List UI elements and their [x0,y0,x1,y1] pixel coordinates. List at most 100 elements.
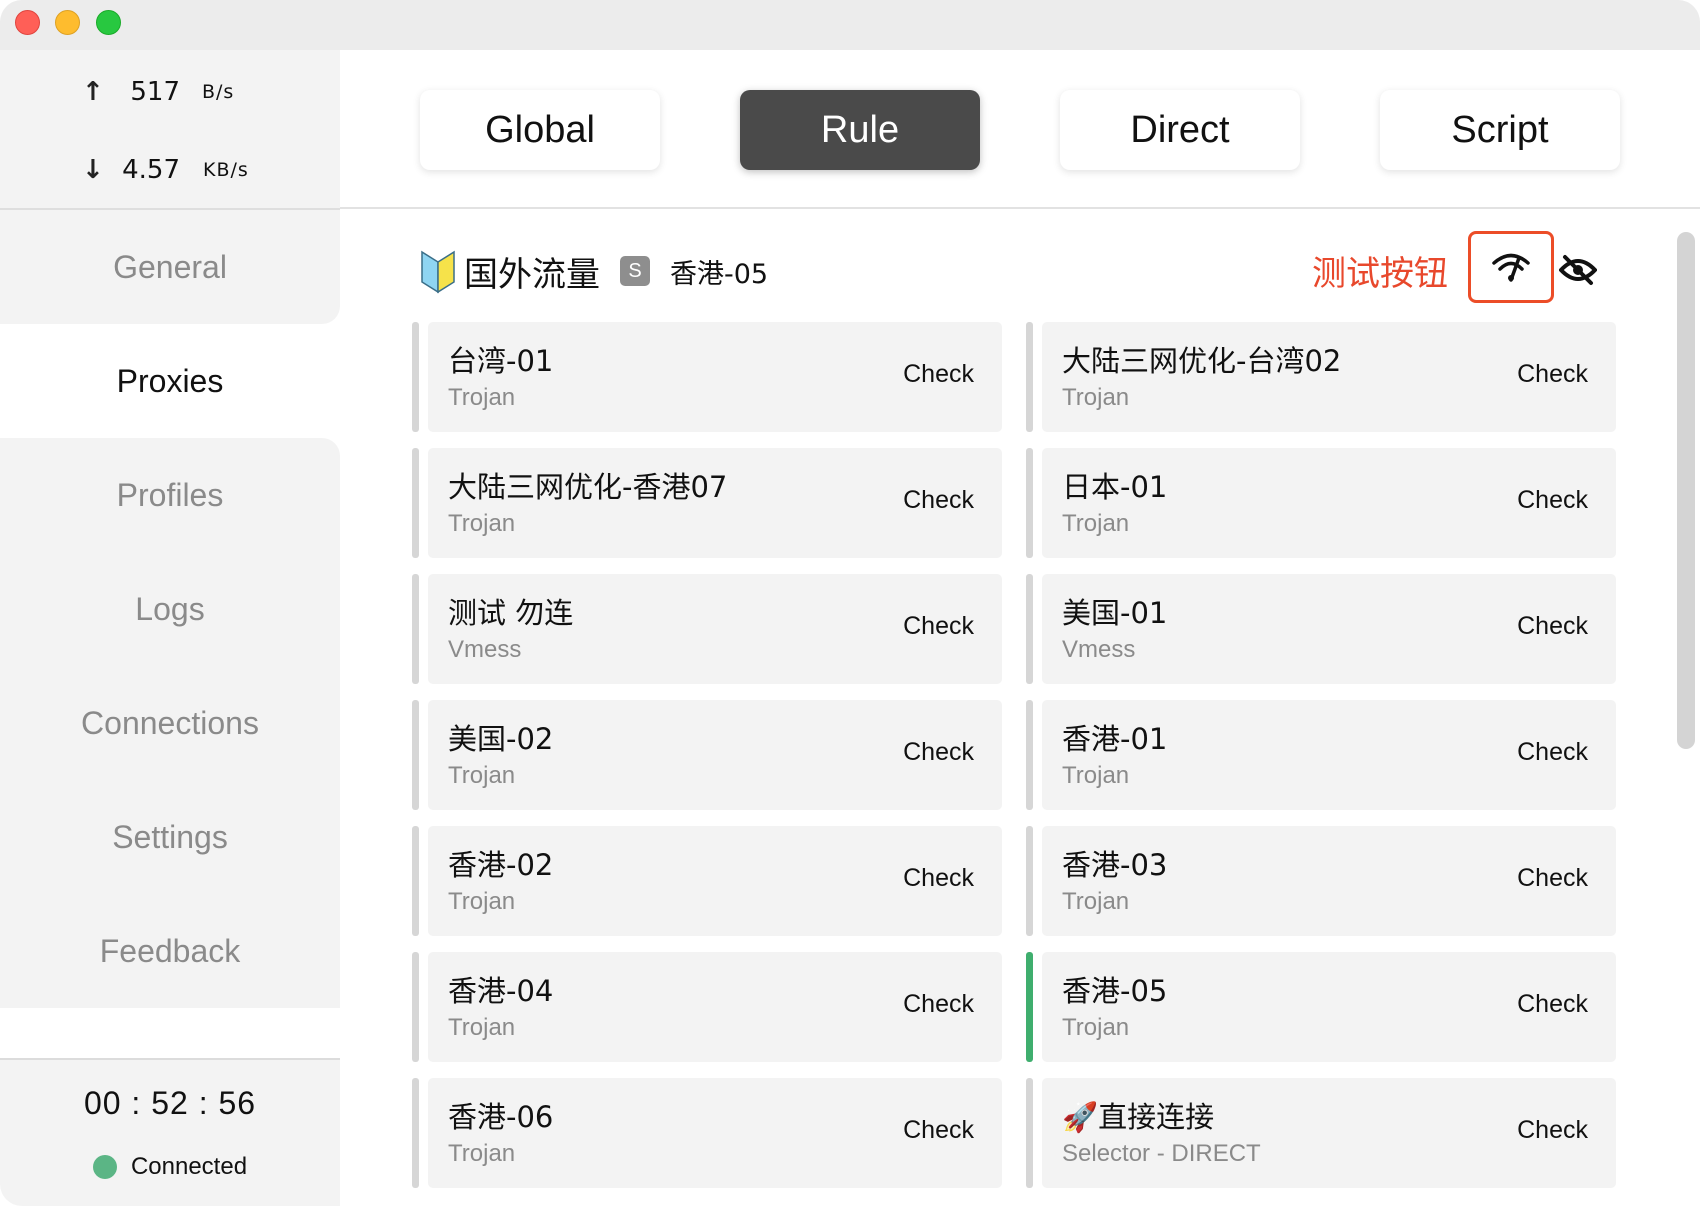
uptime-timer: 00 : 52 : 56 [83,1085,257,1121]
sidebar-item-settings[interactable]: Settings [0,780,340,894]
proxy-select-area[interactable]: 香港-05 Trojan Check [1042,952,1616,1062]
proxy-card: 测试 勿连 Vmess Check [412,574,1002,684]
check-latency-button[interactable]: Check [1517,864,1588,893]
check-latency-button[interactable]: Check [1517,1116,1588,1145]
card-indicator [1026,322,1033,432]
download-arrow-icon: ↓ [82,155,104,185]
check-latency-button[interactable]: Check [1517,486,1588,515]
card-indicator [1026,826,1033,936]
proxy-type: Trojan [1062,510,1130,537]
proxy-name: 台湾-01 [448,344,554,378]
scrollbar-thumb[interactable] [1677,232,1695,749]
mode-script-button[interactable]: Script [1380,90,1620,170]
download-rate: ↓ 4.57 KB/s [0,150,340,190]
check-latency-button[interactable]: Check [903,486,974,515]
upload-unit: B/s [202,81,235,103]
zoom-window-button[interactable] [96,10,121,35]
check-latency-button[interactable]: Check [903,990,974,1019]
close-window-button[interactable] [15,10,40,35]
proxy-select-area[interactable]: 测试 勿连 Vmess Check [428,574,1002,684]
proxy-type: Trojan [448,384,516,411]
proxy-type: Vmess [1062,636,1136,663]
card-indicator [412,826,419,936]
proxy-name: 香港-05 [1062,974,1168,1008]
shield-icon [421,250,455,294]
card-indicator [412,322,419,432]
latency-test-button[interactable] [1468,231,1554,303]
mode-bar: Global Rule Direct Script [340,50,1700,208]
status-label: Connected [130,1153,248,1180]
check-latency-button[interactable]: Check [1517,990,1588,1019]
proxy-select-area[interactable]: 香港-02 Trojan Check [428,826,1002,936]
proxy-name: 香港-03 [1062,848,1168,882]
card-indicator [412,700,419,810]
proxy-select-area[interactable]: 香港-03 Trojan Check [1042,826,1616,936]
proxy-name: 香港-02 [448,848,554,882]
download-unit: KB/s [203,159,249,181]
proxy-select-area[interactable]: 美国-02 Trojan Check [428,700,1002,810]
sidebar-item-profiles[interactable]: Profiles [0,438,340,552]
proxy-select-area[interactable]: 🚀直接连接 Selector - DIRECT Check [1042,1078,1616,1188]
check-latency-button[interactable]: Check [903,864,974,893]
download-value: 4.57 [122,155,180,185]
proxy-name: 测试 勿连 [448,596,574,630]
sidebar-item-proxies[interactable]: Proxies [0,324,340,438]
proxy-type: Selector - DIRECT [1062,1140,1261,1167]
group-name: 国外流量 [464,254,600,295]
title-bar [0,0,1700,50]
hide-unavailable-button[interactable] [1558,250,1598,290]
proxy-name: 美国-02 [448,722,554,756]
card-indicator [412,574,419,684]
check-latency-button[interactable]: Check [903,738,974,767]
sidebar-item-feedback[interactable]: Feedback [0,894,340,1008]
card-indicator [1026,448,1033,558]
proxy-select-area[interactable]: 日本-01 Trojan Check [1042,448,1616,558]
minimize-window-button[interactable] [55,10,80,35]
proxy-type: Trojan [1062,762,1130,789]
check-latency-button[interactable]: Check [1517,360,1588,389]
proxy-type: Trojan [448,510,516,537]
eye-off-icon [1559,255,1597,285]
proxy-card: 台湾-01 Trojan Check [412,322,1002,432]
proxy-select-area[interactable]: 香港-06 Trojan Check [428,1078,1002,1188]
selected-indicator [1026,952,1033,1062]
sidebar-item-logs[interactable]: Logs [0,552,340,666]
proxy-type: Trojan [1062,1014,1130,1041]
mode-rule-button[interactable]: Rule [740,90,980,170]
proxy-select-area[interactable]: 香港-01 Trojan Check [1042,700,1616,810]
proxy-card: 香港-03 Trojan Check [1026,826,1616,936]
upload-rate: ↑ 517 B/s [0,72,340,112]
proxy-type: Trojan [1062,384,1130,411]
wifi-speed-icon [1492,253,1530,282]
proxy-name: 大陆三网优化-香港07 [448,470,728,504]
proxy-select-area[interactable]: 美国-01 Vmess Check [1042,574,1616,684]
proxy-card: 香港-01 Trojan Check [1026,700,1616,810]
card-indicator [1026,574,1033,684]
check-latency-button[interactable]: Check [1517,738,1588,767]
sidebar-item-general[interactable]: General [0,210,340,324]
app-window: ↑ 517 B/s ↓ 4.57 KB/s General Proxies Pr… [0,0,1700,1206]
check-latency-button[interactable]: Check [903,360,974,389]
card-indicator [412,448,419,558]
proxy-card: 🚀直接连接 Selector - DIRECT Check [1026,1078,1616,1188]
proxy-type: Vmess [448,636,522,663]
sidebar-item-connections[interactable]: Connections [0,666,340,780]
proxy-group-header: 国外流量 S 香港-05 [420,245,768,297]
check-latency-button[interactable]: Check [903,1116,974,1145]
proxy-select-area[interactable]: 大陆三网优化-台湾02 Trojan Check [1042,322,1616,432]
check-latency-button[interactable]: Check [903,612,974,641]
proxy-name: 香港-01 [1062,722,1168,756]
check-latency-button[interactable]: Check [1517,612,1588,641]
proxy-name: 🚀直接连接 [1062,1100,1215,1134]
mode-global-button[interactable]: Global [420,90,660,170]
proxy-card: 日本-01 Trojan Check [1026,448,1616,558]
proxy-select-area[interactable]: 香港-04 Trojan Check [428,952,1002,1062]
proxy-name: 香港-04 [448,974,554,1008]
proxy-select-area[interactable]: 大陆三网优化-香港07 Trojan Check [428,448,1002,558]
traffic-monitor: ↑ 517 B/s ↓ 4.57 KB/s [0,50,340,208]
upload-value: 517 [130,77,180,107]
proxy-select-area[interactable]: 台湾-01 Trojan Check [428,322,1002,432]
mode-direct-button[interactable]: Direct [1060,90,1300,170]
sidebar: ↑ 517 B/s ↓ 4.57 KB/s General Proxies Pr… [0,50,340,1206]
proxy-name: 日本-01 [1062,470,1168,504]
